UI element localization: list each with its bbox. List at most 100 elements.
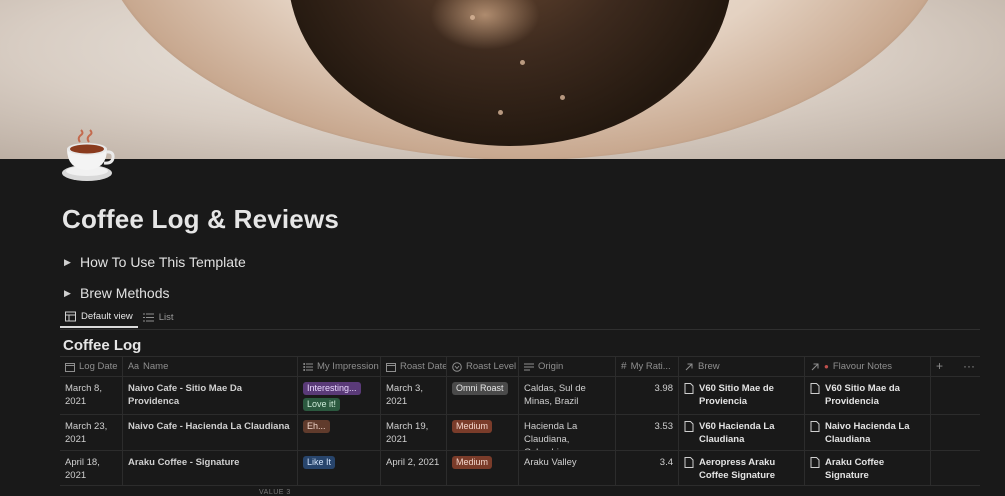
column-header-actions: + ···	[931, 357, 980, 376]
table-row[interactable]: March 8, 2021 Naivo Cafe - Sitio Mae Da …	[60, 377, 980, 415]
column-label: My Impression	[317, 361, 379, 372]
roast-date-cell[interactable]: April 2, 2021	[381, 451, 447, 485]
origin-cell[interactable]: Hacienda La Claudiana, Colombia	[519, 415, 616, 450]
toggle-how-to-use[interactable]: ▶ How To Use This Template	[64, 254, 246, 270]
flavour-cell[interactable]: Araku Coffee Signature	[805, 451, 931, 485]
table-row[interactable]: April 18, 2021 Araku Coffee - Signature …	[60, 451, 980, 486]
name-cell[interactable]: Araku Coffee - Signature	[123, 451, 298, 485]
table-header-row: Log Date Aa Name My Impression Roast Dat…	[60, 356, 980, 377]
rating-cell[interactable]: 3.4	[616, 451, 679, 485]
flavour-link[interactable]: V60 Sitio Mae da Providencia	[810, 382, 925, 408]
log-date-cell[interactable]: March 23, 2021	[60, 415, 123, 450]
column-label: Name	[143, 361, 169, 372]
cover-image	[0, 0, 1005, 159]
flavour-link-label: Araku Coffee Signature	[825, 457, 885, 481]
log-date-cell[interactable]: April 18, 2021	[60, 451, 123, 485]
multi-select-icon	[303, 362, 313, 371]
tab-default-view[interactable]: Default view	[60, 307, 138, 328]
cover-speck	[520, 60, 525, 65]
rating-cell[interactable]: 3.53	[616, 415, 679, 450]
toggle-triangle-icon[interactable]: ▶	[64, 288, 80, 299]
brew-link[interactable]: V60 Hacienda La Claudiana	[684, 420, 799, 446]
origin-cell[interactable]: Caldas, Sul de Minas, Brazil	[519, 377, 616, 414]
page-title[interactable]: Coffee Log & Reviews	[62, 204, 339, 235]
tab-list[interactable]: List	[138, 307, 179, 328]
page-icon	[684, 421, 694, 432]
brew-cell[interactable]: V60 Sitio Mae de Proviencia	[679, 377, 805, 414]
toggle-brew-methods[interactable]: ▶ Brew Methods	[64, 285, 169, 301]
text-aa-icon: Aa	[128, 361, 140, 371]
origin-cell[interactable]: Araku Valley	[519, 451, 616, 485]
name-cell[interactable]: Naivo Cafe - Sitio Mae Da Providenca	[123, 377, 298, 414]
roast-level-tag: Medium	[452, 456, 493, 469]
calculate-footer[interactable]: VALUE 3	[259, 489, 291, 496]
impression-cell[interactable]: Interesting... Love it!	[298, 377, 381, 414]
roast-date-cell[interactable]: March 3, 2021	[381, 377, 447, 414]
column-label: Roast Level	[466, 361, 517, 372]
column-header-log-date[interactable]: Log Date	[60, 357, 123, 376]
log-date-cell[interactable]: March 8, 2021	[60, 377, 123, 414]
roast-level-cell[interactable]: Medium	[447, 451, 519, 485]
table-icon	[65, 311, 76, 322]
impression-cell[interactable]: Like It	[298, 451, 381, 485]
more-options-button[interactable]: ···	[963, 360, 975, 373]
brew-cell[interactable]: Aeropress Araku Coffee Signature	[679, 451, 805, 485]
flavour-cell[interactable]: Naivo Hacienda La Claudiana	[805, 415, 931, 450]
brew-cell[interactable]: V60 Hacienda La Claudiana	[679, 415, 805, 450]
column-header-name[interactable]: Aa Name	[123, 357, 298, 376]
rating-cell[interactable]: 3.98	[616, 377, 679, 414]
tab-label: List	[158, 312, 174, 323]
flavour-link[interactable]: Araku Coffee Signature	[810, 456, 925, 482]
column-label: Brew	[698, 361, 720, 372]
relation-arrow-icon	[685, 363, 693, 370]
roast-level-cell[interactable]: Medium	[447, 415, 519, 450]
column-header-roast-date[interactable]: Roast Date	[381, 357, 447, 376]
impression-cell[interactable]: Eh...	[298, 415, 381, 450]
column-header-flavour-notes[interactable]: ● Flavour Notes	[805, 357, 931, 376]
brew-link-label: V60 Sitio Mae de Proviencia	[699, 383, 774, 407]
flavour-link-label: V60 Sitio Mae da Providencia	[825, 383, 900, 407]
cover-speck	[498, 110, 503, 115]
brew-link-label: Aeropress Araku Coffee Signature	[699, 457, 776, 481]
page-icon	[684, 383, 694, 394]
empty-cell	[931, 377, 980, 414]
roast-level-tag: Medium	[452, 420, 493, 433]
empty-cell	[931, 415, 980, 450]
table-body: March 8, 2021 Naivo Cafe - Sitio Mae Da …	[60, 377, 980, 486]
column-header-roast-level[interactable]: Roast Level	[447, 357, 519, 376]
list-icon	[142, 313, 154, 322]
column-header-brew[interactable]: Brew	[679, 357, 805, 376]
column-label: My Rati...	[630, 361, 671, 372]
flavour-cell[interactable]: V60 Sitio Mae da Providencia	[805, 377, 931, 414]
brew-link[interactable]: V60 Sitio Mae de Proviencia	[684, 382, 799, 408]
select-icon	[452, 361, 462, 372]
cover-speck	[470, 15, 475, 20]
page-icon	[810, 383, 820, 394]
page-icon	[810, 421, 820, 432]
page-icon	[684, 457, 694, 468]
coffee-cup-icon[interactable]	[60, 129, 116, 183]
column-label: Roast Date	[400, 361, 447, 372]
database-title[interactable]: Coffee Log	[63, 337, 141, 354]
roast-level-tag: Omni Roast	[452, 382, 508, 395]
view-tabs: Default view List	[60, 307, 980, 330]
text-lines-icon	[524, 363, 534, 370]
pin-icon: ●	[824, 362, 829, 371]
table-row[interactable]: March 23, 2021 Naivo Cafe - Hacienda La …	[60, 415, 980, 451]
add-column-button[interactable]: +	[936, 360, 943, 373]
flavour-link[interactable]: Naivo Hacienda La Claudiana	[810, 420, 925, 446]
column-header-origin[interactable]: Origin	[519, 357, 616, 376]
calendar-icon	[386, 362, 396, 372]
toggle-label: Brew Methods	[80, 285, 170, 301]
page-icon	[810, 457, 820, 468]
roast-level-cell[interactable]: Omni Roast	[447, 377, 519, 414]
column-label: Origin	[538, 361, 564, 372]
roast-date-cell[interactable]: March 19, 2021	[381, 415, 447, 450]
column-header-my-impression[interactable]: My Impression	[298, 357, 381, 376]
name-cell[interactable]: Naivo Cafe - Hacienda La Claudiana	[123, 415, 298, 450]
hash-icon: #	[621, 361, 627, 372]
brew-link[interactable]: Aeropress Araku Coffee Signature	[684, 456, 799, 482]
toggle-triangle-icon[interactable]: ▶	[64, 257, 80, 268]
column-header-my-rating[interactable]: # My Rati...	[616, 357, 679, 376]
impression-tag: Eh...	[303, 420, 330, 433]
